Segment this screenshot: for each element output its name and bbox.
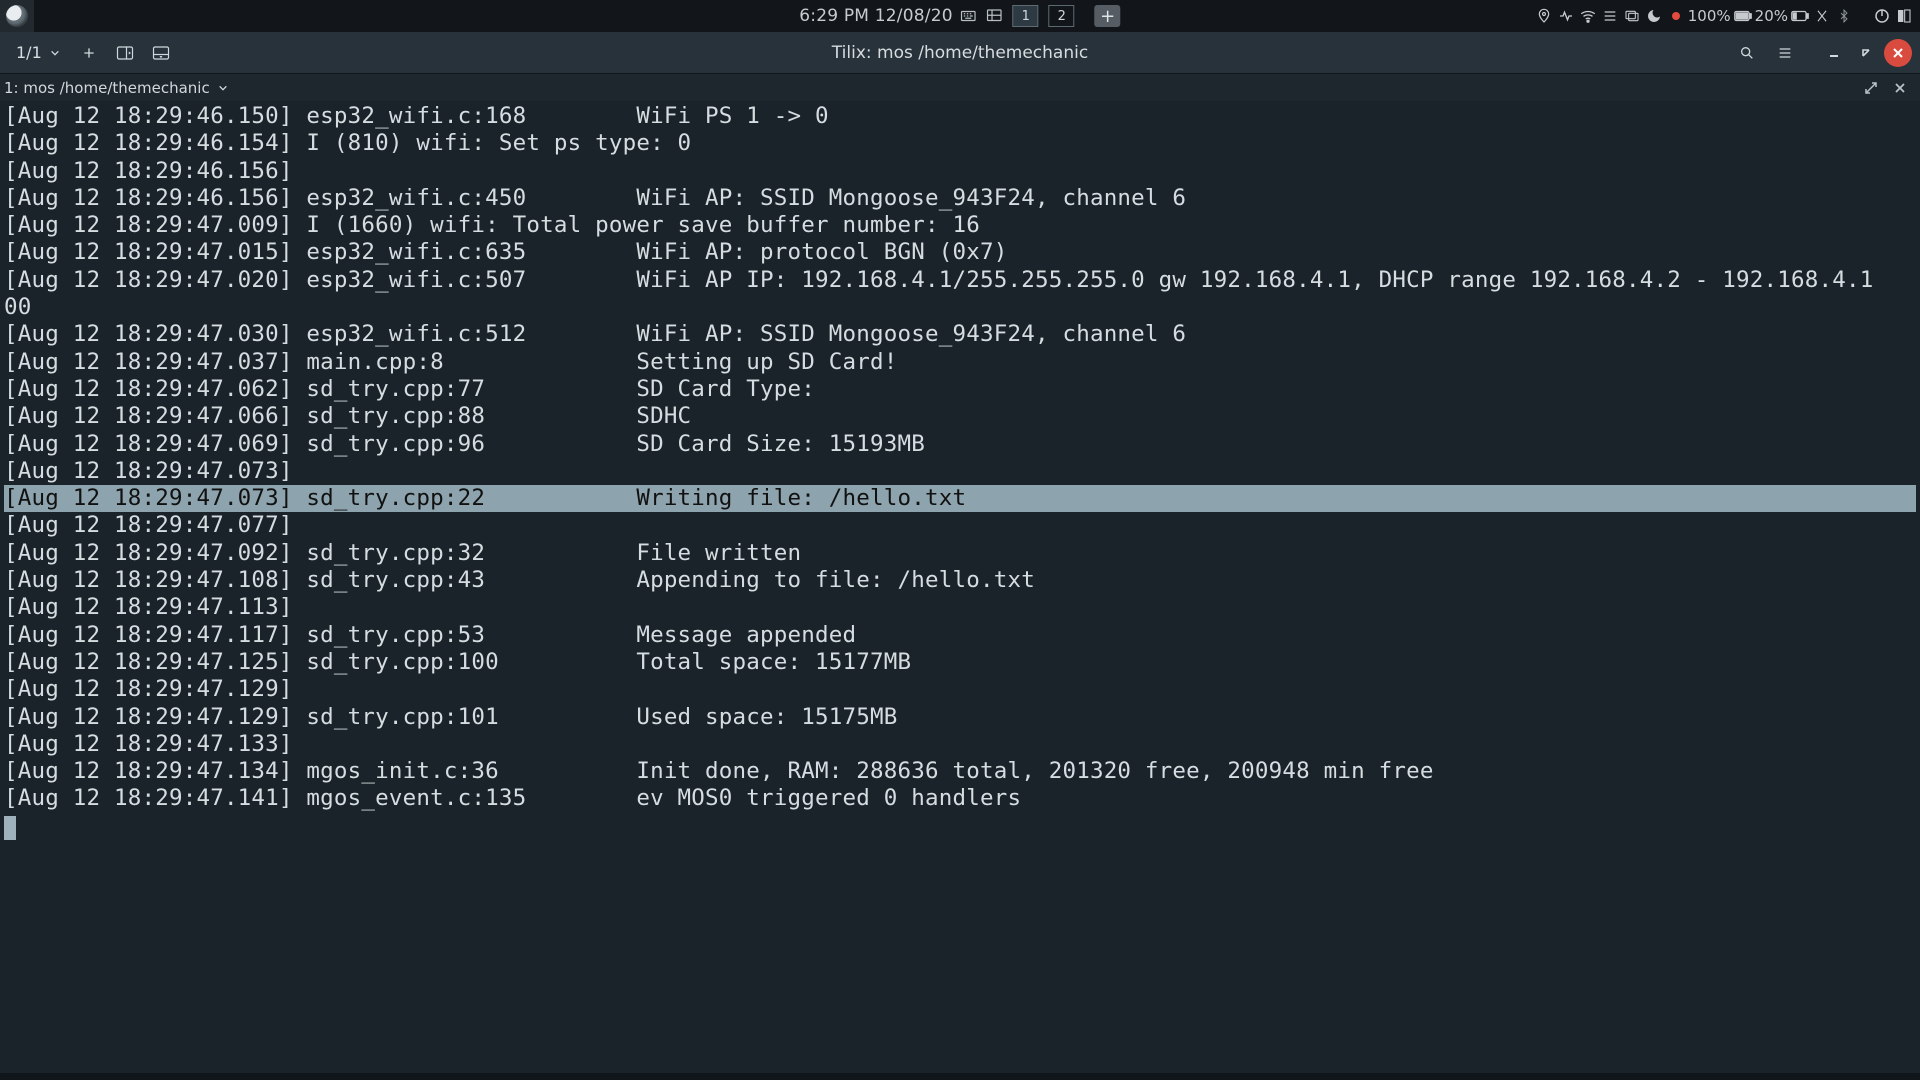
clock[interactable]: 6:29 PM 12/08/20 [799,6,952,26]
cursor-row [4,813,1916,840]
log-line: [Aug 12 18:29:47.073] [4,458,1916,485]
log-line: [Aug 12 18:29:46.154] I (810) wifi: Set … [4,130,1916,157]
notification-dot-icon[interactable] [1666,6,1686,26]
log-line: [Aug 12 18:29:47.129] sd_try.cpp:101 Use… [4,704,1916,731]
window-title: Tilix: mos /home/themechanic [832,43,1088,63]
wifi-icon[interactable] [1578,6,1598,26]
terminal-cursor [4,816,16,840]
log-line: [Aug 12 18:29:46.150] esp32_wifi.c:168 W… [4,103,1916,130]
log-line: [Aug 12 18:29:47.141] mgos_event.c:135 e… [4,785,1916,812]
terminal-tabstrip: 1: mos /home/themechanic [0,74,1920,101]
keyboard-layout-icon[interactable] [959,6,979,26]
chevron-down-icon [50,48,60,58]
panel-center: 6:29 PM 12/08/20 1 2 + [799,5,1120,27]
minimize-icon [1828,47,1840,59]
workspace-add-button[interactable]: + [1095,5,1121,27]
minimize-button[interactable] [1820,39,1848,67]
hamburger-icon [1777,45,1793,61]
log-line: [Aug 12 18:29:47.134] mgos_init.c:36 Ini… [4,758,1916,785]
workspace-1[interactable]: 1 [1013,5,1039,27]
log-line: [Aug 12 18:29:47.037] main.cpp:8 Setting… [4,349,1916,376]
sidebar-toggle-icon[interactable] [1894,6,1914,26]
battery1-icon[interactable] [1733,6,1753,26]
log-line: 00 [4,294,1916,321]
log-line: [Aug 12 18:29:47.020] esp32_wifi.c:507 W… [4,267,1916,294]
power-icon[interactable] [1872,6,1892,26]
workspace-2[interactable]: 2 [1049,5,1075,27]
system-panel: 6:29 PM 12/08/20 1 2 + [0,0,1920,32]
log-line: [Aug 12 18:29:47.073] sd_try.cpp:22 Writ… [4,485,1916,512]
terminal-tab-label: 1: mos /home/themechanic [4,79,210,97]
log-line: [Aug 12 18:29:47.009] I (1660) wifi: Tot… [4,212,1916,239]
budgie-logo-icon [6,5,28,27]
terminal-maximize-pane-button[interactable] [1864,81,1878,95]
bottom-border [0,1073,1920,1080]
log-line: [Aug 12 18:29:47.062] sd_try.cpp:77 SD C… [4,376,1916,403]
log-line: [Aug 12 18:29:47.015] esp32_wifi.c:635 W… [4,239,1916,266]
workspace-overview-icon[interactable] [985,6,1005,26]
new-session-button[interactable] [72,38,106,68]
log-line: [Aug 12 18:29:47.030] esp32_wifi.c:512 W… [4,321,1916,348]
log-line: [Aug 12 18:29:47.117] sd_try.cpp:53 Mess… [4,622,1916,649]
battery2-icon[interactable] [1790,6,1810,26]
menu-tray-icon[interactable] [1600,6,1620,26]
terminal-close-pane-button[interactable] [1894,82,1906,94]
split-right-button[interactable] [108,38,142,68]
files-tray-icon[interactable] [1622,6,1642,26]
caffeine-icon[interactable] [1812,6,1832,26]
session-counter-text: 1/1 [16,43,42,62]
log-line: [Aug 12 18:29:47.069] sd_try.cpp:96 SD C… [4,431,1916,458]
terminal-tab[interactable]: 1: mos /home/themechanic [4,79,228,97]
split-down-button[interactable] [144,38,178,68]
vpn-icon[interactable] [1556,6,1576,26]
tilix-titlebar[interactable]: 1/1 Tilix: mos /home/themechanic [0,32,1920,74]
log-line: [Aug 12 18:29:47.066] sd_try.cpp:88 SDHC [4,403,1916,430]
close-icon [1892,47,1904,59]
bluetooth-icon[interactable] [1834,6,1854,26]
log-line: [Aug 12 18:29:47.129] [4,676,1916,703]
battery2-text: 20% [1755,7,1788,25]
night-mode-icon[interactable] [1644,6,1664,26]
titlebar-left: 1/1 [0,38,178,68]
search-button[interactable] [1730,38,1764,68]
titlebar-right [1730,38,1920,68]
log-line: [Aug 12 18:29:46.156] esp32_wifi.c:450 W… [4,185,1916,212]
log-line: [Aug 12 18:29:47.108] sd_try.cpp:43 Appe… [4,567,1916,594]
battery1-text: 100% [1688,7,1731,25]
session-counter[interactable]: 1/1 [6,41,70,64]
maximize-icon [1860,47,1872,59]
location-icon[interactable] [1534,6,1554,26]
log-line: [Aug 12 18:29:47.113] [4,594,1916,621]
log-line: [Aug 12 18:29:47.125] sd_try.cpp:100 Tot… [4,649,1916,676]
chevron-down-icon [218,83,228,93]
maximize-button[interactable] [1852,39,1880,67]
app-launcher[interactable] [0,0,34,32]
log-line: [Aug 12 18:29:46.156] [4,158,1916,185]
log-line: [Aug 12 18:29:47.092] sd_try.cpp:32 File… [4,540,1916,567]
panel-tray: 100% 20% [1534,6,1920,26]
search-icon [1739,45,1755,61]
terminal-output[interactable]: [Aug 12 18:29:46.150] esp32_wifi.c:168 W… [0,101,1920,840]
close-button[interactable] [1884,39,1912,67]
hamburger-menu-button[interactable] [1768,38,1802,68]
log-line: [Aug 12 18:29:47.133] [4,731,1916,758]
log-line: [Aug 12 18:29:47.077] [4,512,1916,539]
